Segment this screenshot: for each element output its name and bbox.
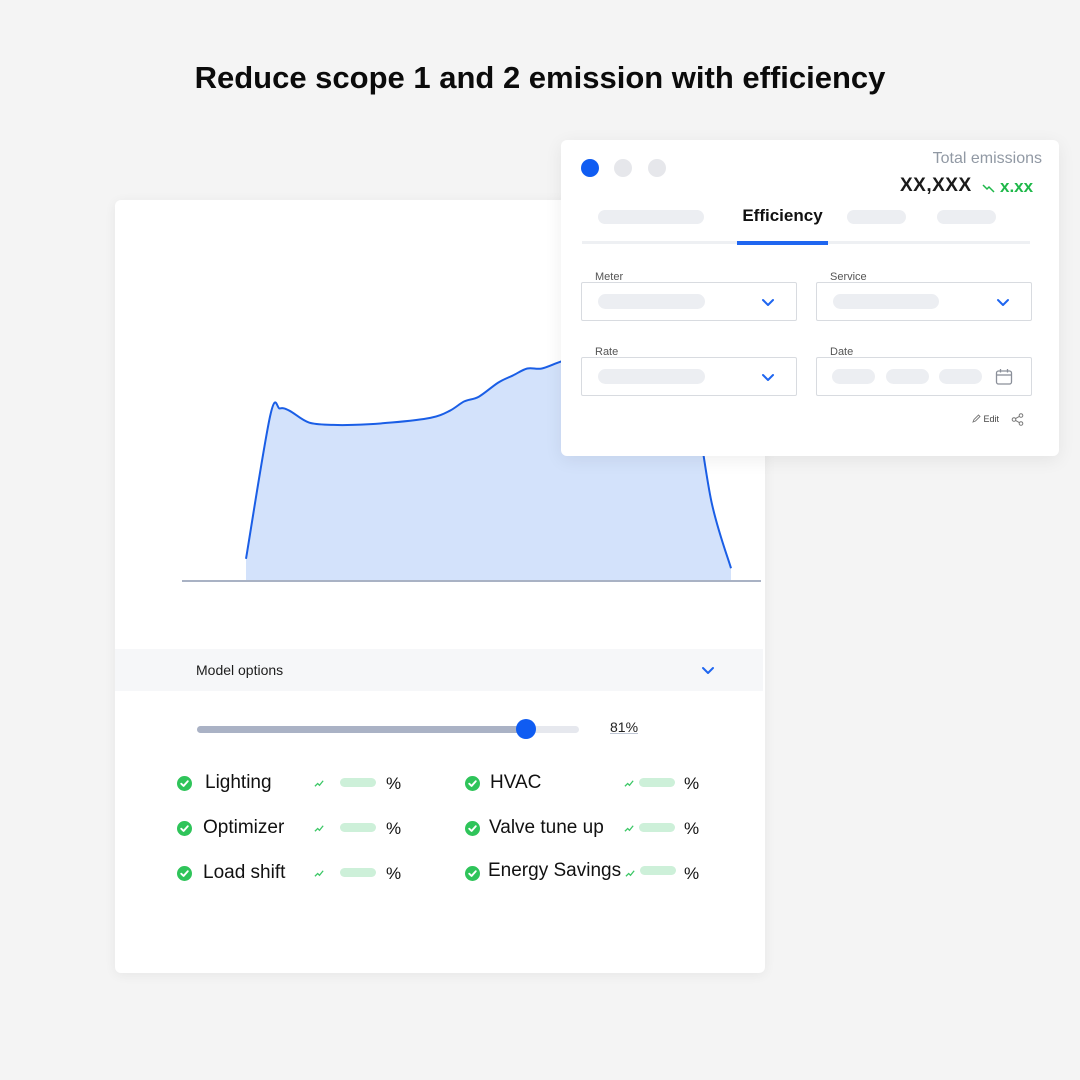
model-slider-handle[interactable] xyxy=(516,719,537,739)
option-label: Valve tune up xyxy=(489,817,604,838)
option-label: Optimizer xyxy=(203,817,285,838)
meter-select[interactable] xyxy=(581,282,797,321)
trend-up-icon xyxy=(624,825,634,832)
trend-up-icon xyxy=(314,825,324,832)
window-dot[interactable] xyxy=(614,159,632,177)
trend-up-icon xyxy=(314,870,324,877)
percent-placeholder xyxy=(639,823,675,832)
chevron-down-icon[interactable] xyxy=(760,294,776,310)
check-circle-icon xyxy=(465,866,480,881)
tab-placeholder[interactable] xyxy=(598,210,704,224)
check-circle-icon xyxy=(465,776,480,791)
trend-up-icon xyxy=(625,870,635,877)
check-circle-icon xyxy=(465,821,480,836)
percent-sign: % xyxy=(684,864,700,883)
window-dot-active[interactable] xyxy=(581,159,599,177)
model-options-label: Model options xyxy=(196,662,284,678)
page-headline: Reduce scope 1 and 2 emission with effic… xyxy=(194,60,886,95)
trend-up-icon xyxy=(314,780,324,787)
option-label: Energy Savings xyxy=(488,860,622,881)
calendar-icon[interactable] xyxy=(995,368,1013,386)
rate-select[interactable] xyxy=(581,357,797,396)
total-emissions-label: Total emissions xyxy=(932,150,1042,167)
percent-sign: % xyxy=(386,864,402,883)
edit-label: Edit xyxy=(983,414,1000,424)
option-label: HVAC xyxy=(490,772,542,793)
percent-sign: % xyxy=(386,819,402,838)
active-tab-indicator xyxy=(737,241,828,245)
window-dot[interactable] xyxy=(648,159,666,177)
tab-placeholder[interactable] xyxy=(937,210,996,224)
total-emissions-value: XX,XXX xyxy=(900,175,972,196)
service-select[interactable] xyxy=(816,282,1032,321)
chevron-down-icon[interactable] xyxy=(760,369,776,385)
date-day-placeholder xyxy=(832,369,875,384)
chevron-down-icon[interactable] xyxy=(995,294,1011,310)
percent-placeholder xyxy=(340,868,376,877)
percent-placeholder xyxy=(340,778,376,787)
percent-placeholder xyxy=(340,823,376,832)
check-circle-icon xyxy=(177,776,192,791)
pencil-icon xyxy=(972,414,981,423)
check-circle-icon xyxy=(177,866,192,881)
model-slider-fill xyxy=(197,726,527,733)
value-placeholder xyxy=(598,294,705,309)
percent-sign: % xyxy=(386,774,402,793)
share-icon[interactable] xyxy=(1011,413,1024,426)
emissions-panel: Total emissions XX,XXX x.xx Efficiency M… xyxy=(561,140,1059,456)
edit-button[interactable]: Edit xyxy=(972,414,999,424)
emissions-delta: x.xx xyxy=(1000,177,1034,196)
tab-efficiency[interactable]: Efficiency xyxy=(737,206,828,226)
option-label: Load shift xyxy=(203,862,286,883)
percent-sign: % xyxy=(684,819,700,838)
value-placeholder xyxy=(598,369,705,384)
trend-down-icon xyxy=(982,184,995,193)
percent-placeholder xyxy=(639,778,675,787)
date-picker[interactable] xyxy=(816,357,1032,396)
model-slider-value: 81% xyxy=(610,719,639,735)
trend-up-icon xyxy=(624,780,634,787)
model-options-bar[interactable]: Model options xyxy=(115,649,763,691)
percent-placeholder xyxy=(640,866,676,875)
date-year-placeholder xyxy=(939,369,982,384)
check-circle-icon xyxy=(177,821,192,836)
value-placeholder xyxy=(833,294,939,309)
percent-sign: % xyxy=(684,774,700,793)
date-month-placeholder xyxy=(886,369,929,384)
option-label: Lighting xyxy=(205,772,272,793)
tab-placeholder[interactable] xyxy=(847,210,906,224)
chevron-down-icon[interactable] xyxy=(700,662,716,678)
